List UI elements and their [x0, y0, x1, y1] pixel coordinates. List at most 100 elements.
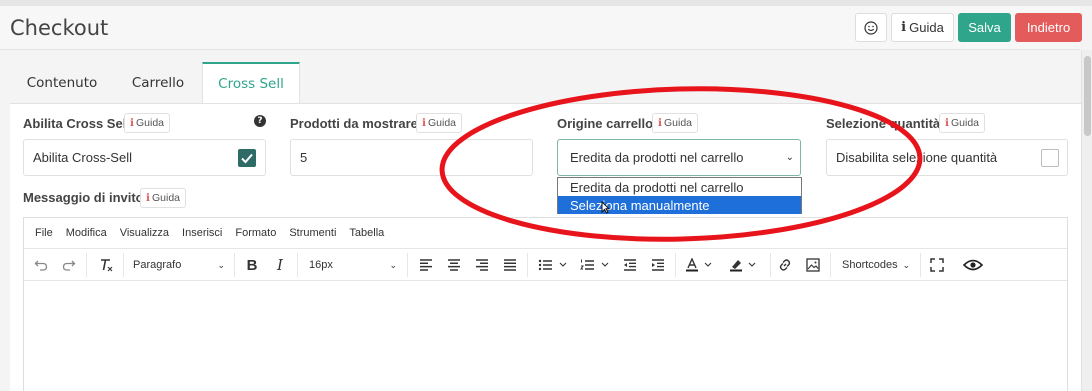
save-button[interactable]: Salva — [958, 13, 1011, 42]
menu-inserisci[interactable]: Inserisci — [182, 227, 222, 239]
italic-button[interactable]: I — [269, 249, 291, 281]
menu-strumenti[interactable]: Strumenti — [289, 227, 336, 239]
quantity-selection-checkbox[interactable] — [1041, 149, 1059, 167]
guide-label: Guida — [152, 192, 181, 204]
guide-label: Guida — [951, 117, 980, 129]
toolbar-separator — [527, 253, 528, 277]
info-icon: i — [658, 117, 662, 129]
fullscreen-button[interactable] — [926, 249, 948, 281]
insert-link-button[interactable] — [774, 249, 796, 281]
enable-cross-sell-guide[interactable]: i Guida — [124, 113, 171, 133]
cart-origin-select[interactable]: Eredita da prodotti nel carrello ⌄ — [557, 139, 801, 176]
redo-icon — [62, 260, 76, 271]
align-justify-button[interactable] — [499, 249, 521, 281]
highlight-icon — [730, 260, 756, 272]
indent-button[interactable] — [647, 249, 669, 281]
menu-visualizza[interactable]: Visualizza — [120, 227, 169, 239]
toolbar-separator — [675, 253, 676, 277]
link-icon — [779, 259, 791, 271]
bullet-list-icon — [538, 259, 567, 271]
fullscreen-icon — [930, 258, 944, 272]
cart-origin-selected: Eredita da prodotti nel carrello — [570, 150, 744, 165]
menu-formato[interactable]: Formato — [235, 227, 276, 239]
invite-message-guide[interactable]: i Guida — [140, 188, 187, 208]
editor-content-area[interactable] — [24, 281, 1067, 391]
bold-icon: B — [246, 256, 258, 274]
outdent-icon — [624, 259, 636, 271]
block-format-dropdown[interactable]: Paragrafo ⌄ — [125, 249, 231, 281]
bullet-list-button[interactable] — [535, 249, 571, 281]
align-center-button[interactable] — [443, 249, 465, 281]
menu-modifica[interactable]: Modifica — [66, 227, 107, 239]
block-format-value: Paragrafo — [133, 259, 182, 271]
quantity-selection-text: Disabilita selezione quantità — [836, 150, 998, 165]
enable-cross-sell-text: Abilita Cross-Sell — [33, 150, 132, 165]
tab-contenuto[interactable]: Contenuto — [10, 62, 114, 103]
scrollbar-thumb[interactable] — [1084, 56, 1091, 136]
cart-origin-label: Origine carrello — [557, 116, 654, 131]
align-right-icon — [476, 259, 488, 271]
quantity-selection-field[interactable]: Disabilita selezione quantità — [826, 139, 1068, 176]
products-to-show-input[interactable]: 5 — [290, 139, 533, 176]
toolbar-separator — [920, 253, 921, 277]
toolbar-separator — [234, 253, 235, 277]
info-icon: i — [422, 117, 426, 129]
enable-cross-sell-label: Abilita Cross Sell — [23, 116, 130, 131]
chevron-down-icon: ⌄ — [389, 259, 397, 270]
toolbar-separator — [830, 253, 831, 277]
enable-cross-sell-field[interactable]: Abilita Cross-Sell — [23, 139, 266, 176]
page-scrollbar[interactable] — [1081, 50, 1092, 391]
clear-format-icon — [101, 259, 113, 272]
align-right-button[interactable] — [471, 249, 493, 281]
products-to-show-label: Prodotti da mostrare — [290, 116, 418, 131]
text-color-button[interactable] — [682, 249, 720, 281]
shortcodes-dropdown[interactable]: Shortcodes ⌄ — [834, 249, 916, 281]
align-justify-icon — [504, 259, 516, 271]
redo-button[interactable] — [58, 249, 80, 281]
menu-file[interactable]: File — [35, 227, 53, 239]
guide-button[interactable]: i Guida — [891, 13, 954, 42]
text-color-icon — [686, 258, 712, 272]
products-to-show-value: 5 — [300, 150, 308, 165]
insert-image-button[interactable] — [802, 249, 824, 281]
enable-cross-sell-checkbox[interactable] — [238, 149, 256, 167]
products-to-show-guide[interactable]: i Guida — [416, 113, 463, 133]
info-icon: i — [901, 20, 907, 35]
eye-icon — [963, 259, 983, 271]
align-left-button[interactable] — [415, 249, 437, 281]
dropdown-option[interactable]: Eredita da prodotti nel carrello — [558, 178, 801, 196]
clear-format-button[interactable] — [94, 249, 118, 281]
menu-tabella[interactable]: Tabella — [349, 227, 384, 239]
align-left-icon — [420, 259, 432, 271]
cart-origin-dropdown[interactable]: Eredita da prodotti nel carrello Selezio… — [557, 177, 802, 214]
guide-label: Guida — [136, 117, 165, 129]
guide-label: Guida — [428, 117, 457, 129]
help-icon[interactable]: ? — [254, 115, 266, 127]
bold-button[interactable]: B — [241, 249, 263, 281]
font-size-dropdown[interactable]: 16px ⌄ — [301, 249, 403, 281]
toolbar-separator — [407, 253, 408, 277]
guide-label: Guida — [664, 117, 693, 129]
check-icon — [241, 153, 253, 164]
indent-icon — [652, 259, 664, 271]
cart-origin-guide[interactable]: i Guida — [652, 113, 699, 133]
numbered-list-button[interactable] — [577, 249, 613, 281]
undo-button[interactable] — [30, 249, 52, 281]
chevron-down-icon: ⌄ — [217, 259, 225, 270]
font-size-value: 16px — [309, 259, 333, 271]
guide-button-label: Guida — [909, 20, 944, 35]
highlight-color-button[interactable] — [726, 249, 764, 281]
tab-cross-sell[interactable]: Cross Sell — [202, 62, 300, 103]
tab-carrello[interactable]: Carrello — [114, 62, 202, 103]
dropdown-option-highlighted[interactable]: Seleziona manualmente — [558, 196, 801, 214]
back-button[interactable]: Indietro — [1015, 13, 1082, 42]
info-icon: i — [146, 192, 150, 204]
toolbar-separator — [297, 253, 298, 277]
quantity-selection-guide[interactable]: i Guida — [939, 113, 986, 133]
outdent-button[interactable] — [619, 249, 641, 281]
mouse-cursor-icon — [601, 200, 611, 217]
emoji-button[interactable] — [855, 13, 887, 42]
undo-icon — [34, 260, 48, 271]
preview-button[interactable] — [960, 249, 986, 281]
page-title: Checkout — [10, 16, 109, 40]
